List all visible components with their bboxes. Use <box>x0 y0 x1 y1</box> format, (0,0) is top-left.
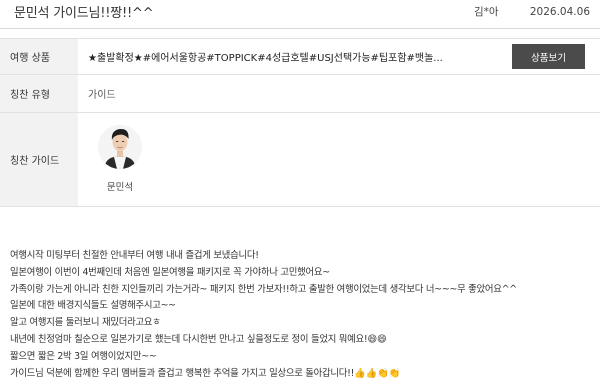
review-header: 문민석 가이드님!!짱!!^^ 김*아 2026.04.06 <box>0 0 600 29</box>
product-row: 여행 상품 ★출발확정★#에어서울항공#TOPPICK#4성급호텔#USJ선택가… <box>0 39 600 75</box>
review-line: 내년에 친정엄마 칠순으로 일본가기로 했는데 다시한번 만나고 싶을정도로 정… <box>10 333 387 345</box>
praise-guide-label: 칭찬 가이드 <box>0 113 78 206</box>
guide-name: 문민석 <box>106 182 134 193</box>
product-label: 여행 상품 <box>0 39 78 74</box>
review-date: 2026.04.06 <box>529 6 590 18</box>
review-title: 문민석 가이드님!!짱!!^^ <box>14 6 154 21</box>
guide-portrait-image <box>98 125 142 169</box>
praise-type-value: 가이드 <box>88 90 116 101</box>
review-line: 알고 여행지를 둘러보니 재밌더라고요ㅎ <box>10 317 161 329</box>
product-name: ★출발확정★#에어서울항공#TOPPICK#4성급호텔#USJ선택가능#팁포함#… <box>88 53 443 64</box>
review-line: 짧으면 짧은 2박 3일 여행이었지만~~ <box>10 350 157 362</box>
review-line: 일본에 대한 배경지식들도 설명해주시고~~ <box>10 300 176 312</box>
praise-type-row: 칭찬 유형 가이드 <box>0 75 600 113</box>
guide-avatar <box>98 125 142 169</box>
praise-guide-row: 칭찬 가이드 문민석 <box>0 113 600 207</box>
guide-card: 문민석 <box>93 125 147 199</box>
praise-type-label: 칭찬 유형 <box>0 75 78 112</box>
review-line: 가이드님 덕분에 함께한 우리 멤버들과 즐겁고 행복한 추억을 가지고 일상으… <box>10 367 400 379</box>
review-meta: 김*아 2026.04.06 <box>474 4 590 19</box>
review-line: 여행시작 미팅부터 친절한 안내부터 여행 내내 즐겁게 보냈습니다! <box>10 250 259 261</box>
review-detail-page: 문민석 가이드님!!짱!!^^ 김*아 2026.04.06 여행 상품 ★출발… <box>0 0 600 383</box>
author-name: 김*아 <box>473 6 499 18</box>
review-body: 여행시작 미팅부터 친절한 안내부터 여행 내내 즐겁게 보냈습니다! 일본여행… <box>10 248 595 382</box>
view-product-button[interactable]: 상품보기 <box>512 44 585 69</box>
review-line: 가족이랑 가는게 아니라 친한 지인들끼리 가는거라~ 패키지 한번 가보자!!… <box>10 283 517 295</box>
review-line: 일본여행이 이번이 4번째인데 처음엔 일본여행을 패키지로 꼭 가야하나 고민… <box>10 266 330 278</box>
review-info-table: 여행 상품 ★출발확정★#에어서울항공#TOPPICK#4성급호텔#USJ선택가… <box>0 38 600 207</box>
